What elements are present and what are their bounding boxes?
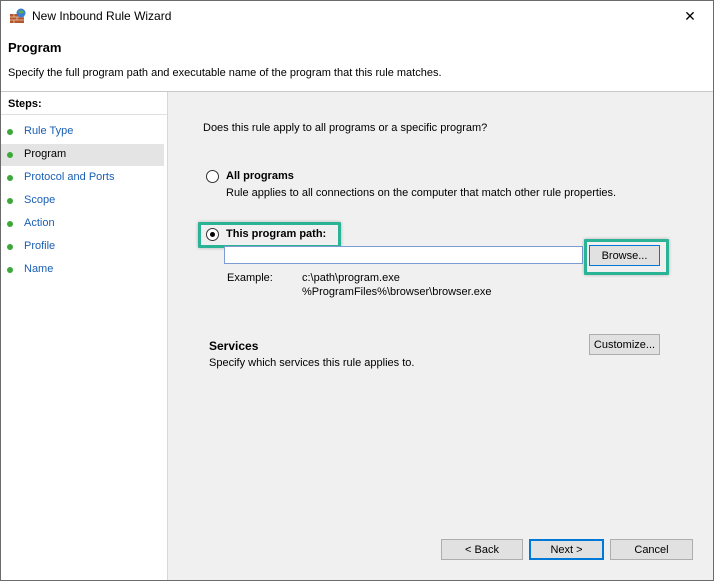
step-item-protocol-and-ports[interactable]: Protocol and Ports bbox=[1, 167, 164, 189]
example-path-2: %ProgramFiles%\browser\browser.exe bbox=[302, 286, 492, 298]
page-description: Specify the full program path and execut… bbox=[8, 67, 442, 79]
step-item-scope[interactable]: Scope bbox=[1, 190, 164, 212]
firewall-icon bbox=[10, 8, 26, 23]
page-header: Program Specify the full program path an… bbox=[1, 32, 713, 92]
all-programs-radio[interactable] bbox=[206, 170, 219, 183]
step-label: Protocol and Ports bbox=[24, 171, 115, 183]
steps-header: Steps: bbox=[1, 92, 167, 115]
step-item-name[interactable]: Name bbox=[1, 259, 164, 281]
services-title: Services bbox=[209, 339, 259, 353]
step-bullet-icon bbox=[7, 267, 13, 273]
window-title: New Inbound Rule Wizard bbox=[32, 9, 172, 23]
step-bullet-icon bbox=[7, 244, 13, 250]
step-bullet-icon bbox=[7, 221, 13, 227]
page-title: Program bbox=[8, 40, 62, 55]
wizard-window: New Inbound Rule Wizard ✕ Program Specif… bbox=[0, 0, 714, 581]
all-programs-description: Rule applies to all connections on the c… bbox=[226, 187, 617, 199]
this-program-path-radio[interactable] bbox=[206, 228, 219, 241]
step-bullet-icon bbox=[7, 175, 13, 181]
steps-title: Steps: bbox=[8, 98, 42, 110]
step-item-rule-type[interactable]: Rule Type bbox=[1, 121, 164, 143]
close-icon: ✕ bbox=[684, 8, 696, 24]
step-label: Action bbox=[24, 217, 55, 229]
steps-pane: Steps: Rule Type Program Protocol and Po… bbox=[1, 92, 168, 580]
step-item-action[interactable]: Action bbox=[1, 213, 164, 235]
step-bullet-icon bbox=[7, 152, 13, 158]
example-label: Example: bbox=[227, 272, 273, 284]
all-programs-label[interactable]: All programs bbox=[226, 170, 294, 182]
example-path-1: c:\path\program.exe bbox=[302, 272, 400, 284]
step-label: Profile bbox=[24, 240, 56, 252]
step-item-profile[interactable]: Profile bbox=[1, 236, 164, 258]
services-description: Specify which services this rule applies… bbox=[209, 357, 415, 369]
question-text: Does this rule apply to all programs or … bbox=[203, 122, 488, 134]
step-bullet-icon bbox=[7, 198, 13, 204]
step-label: Name bbox=[24, 263, 54, 275]
step-label: Scope bbox=[24, 194, 56, 206]
browse-button[interactable]: Browse... bbox=[589, 245, 660, 266]
back-button[interactable]: < Back bbox=[441, 539, 523, 560]
cancel-button[interactable]: Cancel bbox=[610, 539, 693, 560]
title-bar: New Inbound Rule Wizard ✕ bbox=[1, 1, 713, 32]
step-item-program[interactable]: Program bbox=[1, 144, 164, 166]
program-path-input[interactable] bbox=[224, 246, 583, 264]
customize-button[interactable]: Customize... bbox=[589, 334, 660, 355]
next-button[interactable]: Next > bbox=[529, 539, 604, 560]
step-bullet-icon bbox=[7, 129, 13, 135]
this-program-path-label[interactable]: This program path: bbox=[226, 228, 326, 240]
step-label: Program bbox=[24, 148, 67, 160]
step-label: Rule Type bbox=[24, 125, 74, 137]
close-button[interactable]: ✕ bbox=[667, 1, 713, 32]
